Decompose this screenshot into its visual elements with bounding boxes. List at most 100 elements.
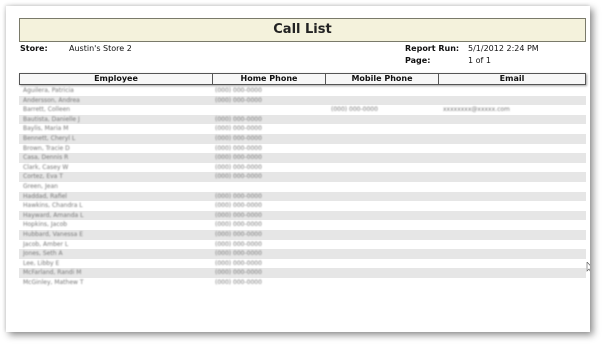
table-row: Brown, Tracie D (000) 000-0000: [19, 144, 586, 154]
email-cell: [443, 144, 583, 154]
email-cell: [443, 182, 583, 192]
employee-cell: Hopkins, Jacob: [23, 221, 68, 229]
employee-cell: McFarland, Randi M: [23, 269, 82, 277]
mobile-phone-cell: [331, 249, 437, 259]
email-cell: [443, 220, 583, 230]
employee-cell: Brown, Tracie D: [23, 144, 70, 152]
column-header-email: Email: [499, 74, 525, 83]
employee-cell: Hawkins, Chandra L: [23, 202, 83, 210]
home-phone-cell: (000) 000-0000: [215, 154, 262, 162]
email-cell: [443, 172, 583, 182]
home-phone-cell: (000) 000-0000: [215, 221, 262, 229]
mobile-phone-cell: [331, 192, 437, 202]
mobile-phone-cell: [331, 182, 437, 192]
home-phone-cell: (000) 000-0000: [215, 115, 262, 123]
table-row: Cortez, Eva T (000) 000-0000: [19, 172, 586, 182]
table-row: Aguilera, Patricia (000) 000-0000: [19, 86, 586, 96]
home-phone-cell: [215, 182, 323, 192]
employee-cell: Aguilera, Patricia: [23, 87, 74, 94]
email-cell: [443, 153, 583, 163]
home-phone-cell: (000) 000-0000: [215, 269, 262, 277]
table-row: Hopkins, Jacob (000) 000-0000: [19, 220, 586, 230]
mobile-phone-cell: [331, 259, 437, 269]
email-cell: [443, 211, 583, 221]
email-cell: [443, 86, 583, 96]
employee-cell: Bennett, Cheryl L: [23, 134, 76, 142]
email-cell: [443, 278, 583, 288]
table-row: Barrett, Colleen (000) 000-0000 xxxxxxxx@x…: [19, 105, 586, 115]
employee-cell: Barrett, Colleen: [23, 106, 71, 114]
email-cell: [443, 259, 583, 269]
employee-cell: Hayward, Amanda L: [23, 211, 84, 219]
email-cell: [443, 192, 583, 202]
email-cell: [443, 134, 583, 144]
mobile-phone-cell: [331, 172, 437, 182]
home-phone-cell: (000) 000-0000: [215, 240, 262, 248]
home-phone-cell: (000) 000-0000: [215, 96, 262, 104]
table-row: Clark, Casey W (000) 000-0000: [19, 163, 586, 173]
employee-cell: Haddad, Rafiel: [23, 192, 67, 200]
report-run-label: Report Run:: [405, 44, 460, 53]
mobile-phone-cell: [331, 201, 437, 211]
table-header: Employee Home Phone Mobile Phone Email: [19, 73, 586, 85]
report-title: Call List: [19, 18, 586, 42]
mobile-phone-cell: (000) 000-0000: [331, 106, 378, 114]
email-cell: [443, 268, 583, 278]
page-label: Page:: [405, 56, 431, 65]
mobile-phone-cell: [331, 96, 437, 106]
column-header-home-phone: Home Phone: [213, 74, 326, 84]
table-row: McGinley, Mathew T (000) 000-0000: [19, 278, 586, 288]
column-header-mobile-phone: Mobile Phone: [326, 74, 439, 84]
employee-cell: Cortez, Eva T: [23, 173, 63, 181]
home-phone-cell: (000) 000-0000: [215, 144, 262, 152]
home-phone-cell: (000) 000-0000: [215, 163, 262, 171]
call-list-table: Aguilera, Patricia (000) 000-0000 Andersso…: [19, 86, 586, 287]
employee-cell: Hubbard, Vanessa E: [23, 230, 84, 238]
mobile-phone-cell: [331, 86, 437, 96]
employee-cell: Lee, Libby E: [23, 259, 60, 267]
employee-cell: McGinley, Mathew T: [23, 278, 84, 286]
email-cell: [443, 201, 583, 211]
home-phone-cell: (000) 000-0000: [215, 87, 262, 94]
home-phone-cell: (000) 000-0000: [215, 192, 262, 200]
mobile-phone-cell: [331, 278, 437, 288]
mobile-phone-cell: [331, 211, 437, 221]
table-row: Bennett, Cheryl L (000) 000-0000: [19, 133, 586, 144]
employee-cell: Jones, Seth A: [23, 250, 63, 258]
home-phone-cell: (000) 000-0000: [215, 250, 262, 258]
table-row: McFarland, Randi M (000) 000-0000: [19, 268, 586, 278]
table-row: Hayward, Amanda L (000) 000-0000: [19, 210, 586, 221]
table-row: Haddad, Rafiel (000) 000-0000: [19, 191, 586, 202]
page-value: 1 of 1: [468, 56, 491, 65]
employee-cell: Casa, Dennis R: [23, 154, 69, 162]
employee-cell: Jacob, Amber L: [23, 240, 69, 248]
employee-cell: Baylis, Maria M: [23, 125, 69, 133]
table-row: Jones, Seth A (000) 000-0000: [19, 249, 586, 259]
email-cell: [443, 230, 583, 240]
email-cell: [443, 96, 583, 106]
table-row: Bautista, Danielle J (000) 000-0000: [19, 114, 586, 125]
mobile-phone-cell: [331, 134, 437, 144]
table-row: Hawkins, Chandra L (000) 000-0000: [19, 201, 586, 211]
store-value: Austin's Store 2: [69, 44, 132, 53]
employee-cell: Clark, Casey W: [23, 163, 69, 171]
email-cell: [443, 163, 583, 173]
mobile-phone-cell: [331, 268, 437, 278]
home-phone-cell: (000) 000-0000: [215, 259, 262, 267]
home-phone-cell: (000) 000-0000: [215, 202, 262, 210]
store-label: Store:: [20, 44, 48, 53]
email-cell: [443, 249, 583, 259]
mouse-cursor-icon: [586, 262, 590, 272]
email-cell: [443, 240, 583, 250]
home-phone-cell: (000) 000-0000: [215, 278, 262, 286]
email-cell: [443, 124, 583, 134]
mobile-phone-cell: [331, 144, 437, 154]
table-row: Casa, Dennis R (000) 000-0000: [19, 153, 586, 163]
employee-cell: Bautista, Danielle J: [23, 115, 80, 123]
mobile-phone-cell: [331, 115, 437, 125]
table-row: Baylis, Maria M (000) 000-0000: [19, 124, 586, 134]
mobile-phone-cell: [331, 240, 437, 250]
column-header-employee: Employee: [20, 74, 213, 84]
home-phone-cell: (000) 000-0000: [215, 125, 262, 133]
mobile-phone-cell: [331, 124, 437, 134]
